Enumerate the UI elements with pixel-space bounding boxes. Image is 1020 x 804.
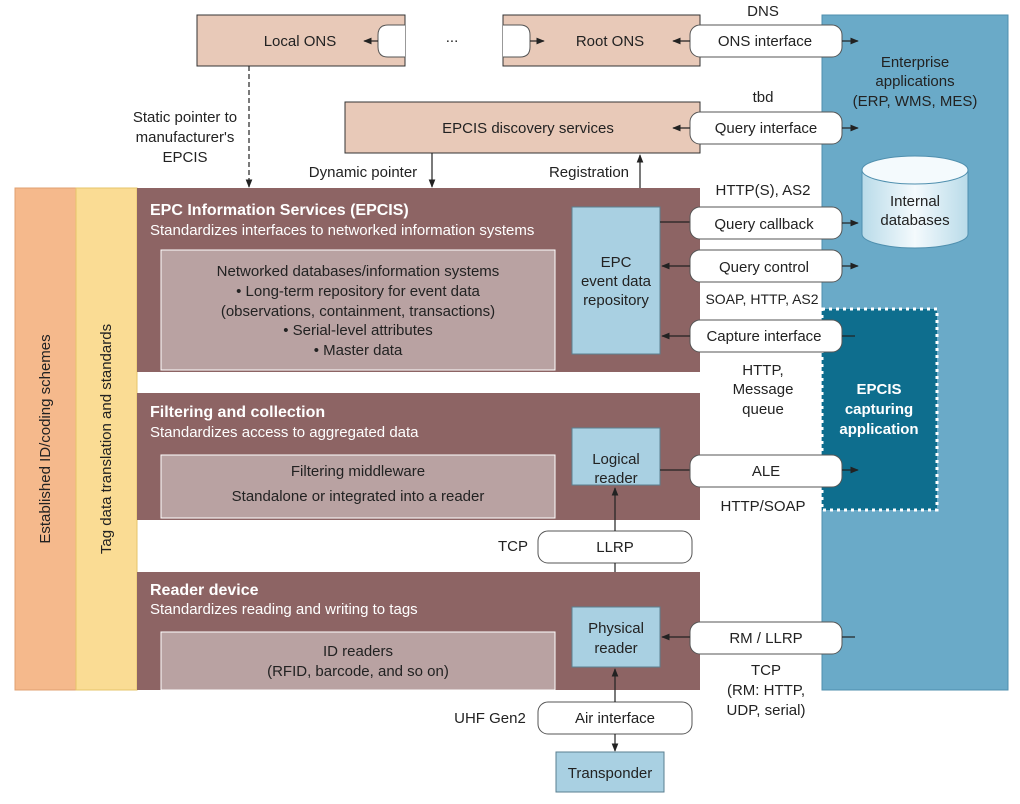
uhf-gen2-label: UHF Gen2 <box>454 710 526 727</box>
tag-translation-label: Tag data translation and standards <box>98 324 115 554</box>
filtering-line-1: Filtering middleware <box>291 463 425 480</box>
dns-label: DNS <box>747 3 779 20</box>
networked-db-line-4: • Serial-level attributes <box>283 322 432 339</box>
internal-databases-cylinder: Internal databases <box>861 155 969 249</box>
static-pointer-label-2: manufacturer's <box>136 129 235 146</box>
air-interface-label: Air interface <box>575 710 655 727</box>
repository-label-1: EPC <box>601 254 632 271</box>
capturing-app-label-3: application <box>839 421 918 438</box>
reader-layer-subtitle: Standardizes reading and writing to tags <box>150 601 418 618</box>
id-schemes-label: Established ID/coding schemes <box>37 334 54 543</box>
llrp-label: LLRP <box>596 539 634 556</box>
physical-reader-label-2: reader <box>594 640 637 657</box>
internal-db-label-2: databases <box>880 212 949 229</box>
registration-label: Registration <box>549 164 629 181</box>
filtering-line-2: Standalone or integrated into a reader <box>232 488 485 505</box>
ons-interface-label: ONS interface <box>718 33 812 50</box>
dynamic-pointer-label: Dynamic pointer <box>309 164 417 181</box>
filtering-layer-subtitle: Standardizes access to aggregated data <box>150 424 419 441</box>
http-soap-label: HTTP/SOAP <box>720 498 805 515</box>
local-ons-label: Local ONS <box>264 33 337 50</box>
query-callback-label: Query callback <box>714 216 814 233</box>
tcp-label: TCP <box>498 538 528 555</box>
capture-interface-label: Capture interface <box>706 328 821 345</box>
physical-reader-label-1: Physical <box>588 620 644 637</box>
soap-http-as2-label: SOAP, HTTP, AS2 <box>705 291 818 307</box>
epcis-layer-title: EPC Information Services (EPCIS) <box>150 202 409 219</box>
tcp-note-1: TCP <box>751 662 781 679</box>
tbd-label: tbd <box>753 89 774 106</box>
networked-db-line-1: Networked databases/information systems <box>217 263 500 280</box>
repository-label-2: event data <box>581 273 652 290</box>
query-interface-label: Query interface <box>715 120 818 137</box>
epc-network-diagram: Enterprise applications (ERP, WMS, MES) … <box>14 3 1009 793</box>
networked-db-line-3: (observations, containment, transactions… <box>221 303 495 320</box>
http-as2-label: HTTP(S), AS2 <box>715 182 810 199</box>
networked-db-line-5: • Master data <box>314 342 403 359</box>
capturing-app-label-1: EPCIS <box>856 381 901 398</box>
query-control-label: Query control <box>719 259 809 276</box>
id-readers-line-1: ID readers <box>323 643 393 660</box>
ellipsis: ... <box>446 29 459 46</box>
capturing-app-label-2: capturing <box>845 401 913 418</box>
discovery-label: EPCIS discovery services <box>442 120 614 137</box>
reader-layer-title: Reader device <box>150 582 259 599</box>
http-mq-label-3: queue <box>742 401 784 418</box>
enterprise-label-3: (ERP, WMS, MES) <box>853 93 978 110</box>
repository-label-3: repository <box>583 292 649 309</box>
tcp-note-2: (RM: HTTP, <box>727 682 805 699</box>
logical-reader-label-1: Logical <box>592 451 640 468</box>
enterprise-label-2: applications <box>875 73 954 90</box>
id-readers-line-2: (RFID, barcode, and so on) <box>267 663 449 680</box>
enterprise-label-1: Enterprise <box>881 54 949 71</box>
http-mq-label-1: HTTP, <box>742 362 783 379</box>
internal-db-label-1: Internal <box>890 193 940 210</box>
static-pointer-label-3: EPCIS <box>162 149 207 166</box>
transponder-label: Transponder <box>568 765 653 782</box>
logical-reader-label-2: reader <box>594 470 637 487</box>
rm-llrp-label: RM / LLRP <box>729 630 802 647</box>
id-readers-box <box>160 631 556 691</box>
root-ons-label: Root ONS <box>576 33 644 50</box>
ale-label: ALE <box>752 463 780 480</box>
physical-reader <box>571 606 661 668</box>
filtering-layer-title: Filtering and collection <box>150 404 325 421</box>
tcp-note-3: UDP, serial) <box>727 702 806 719</box>
static-pointer-label-1: Static pointer to <box>133 109 237 126</box>
http-mq-label-2: Message <box>733 381 794 398</box>
networked-db-line-2: • Long-term repository for event data <box>236 283 480 300</box>
epcis-layer-subtitle: Standardizes interfaces to networked inf… <box>150 222 534 239</box>
